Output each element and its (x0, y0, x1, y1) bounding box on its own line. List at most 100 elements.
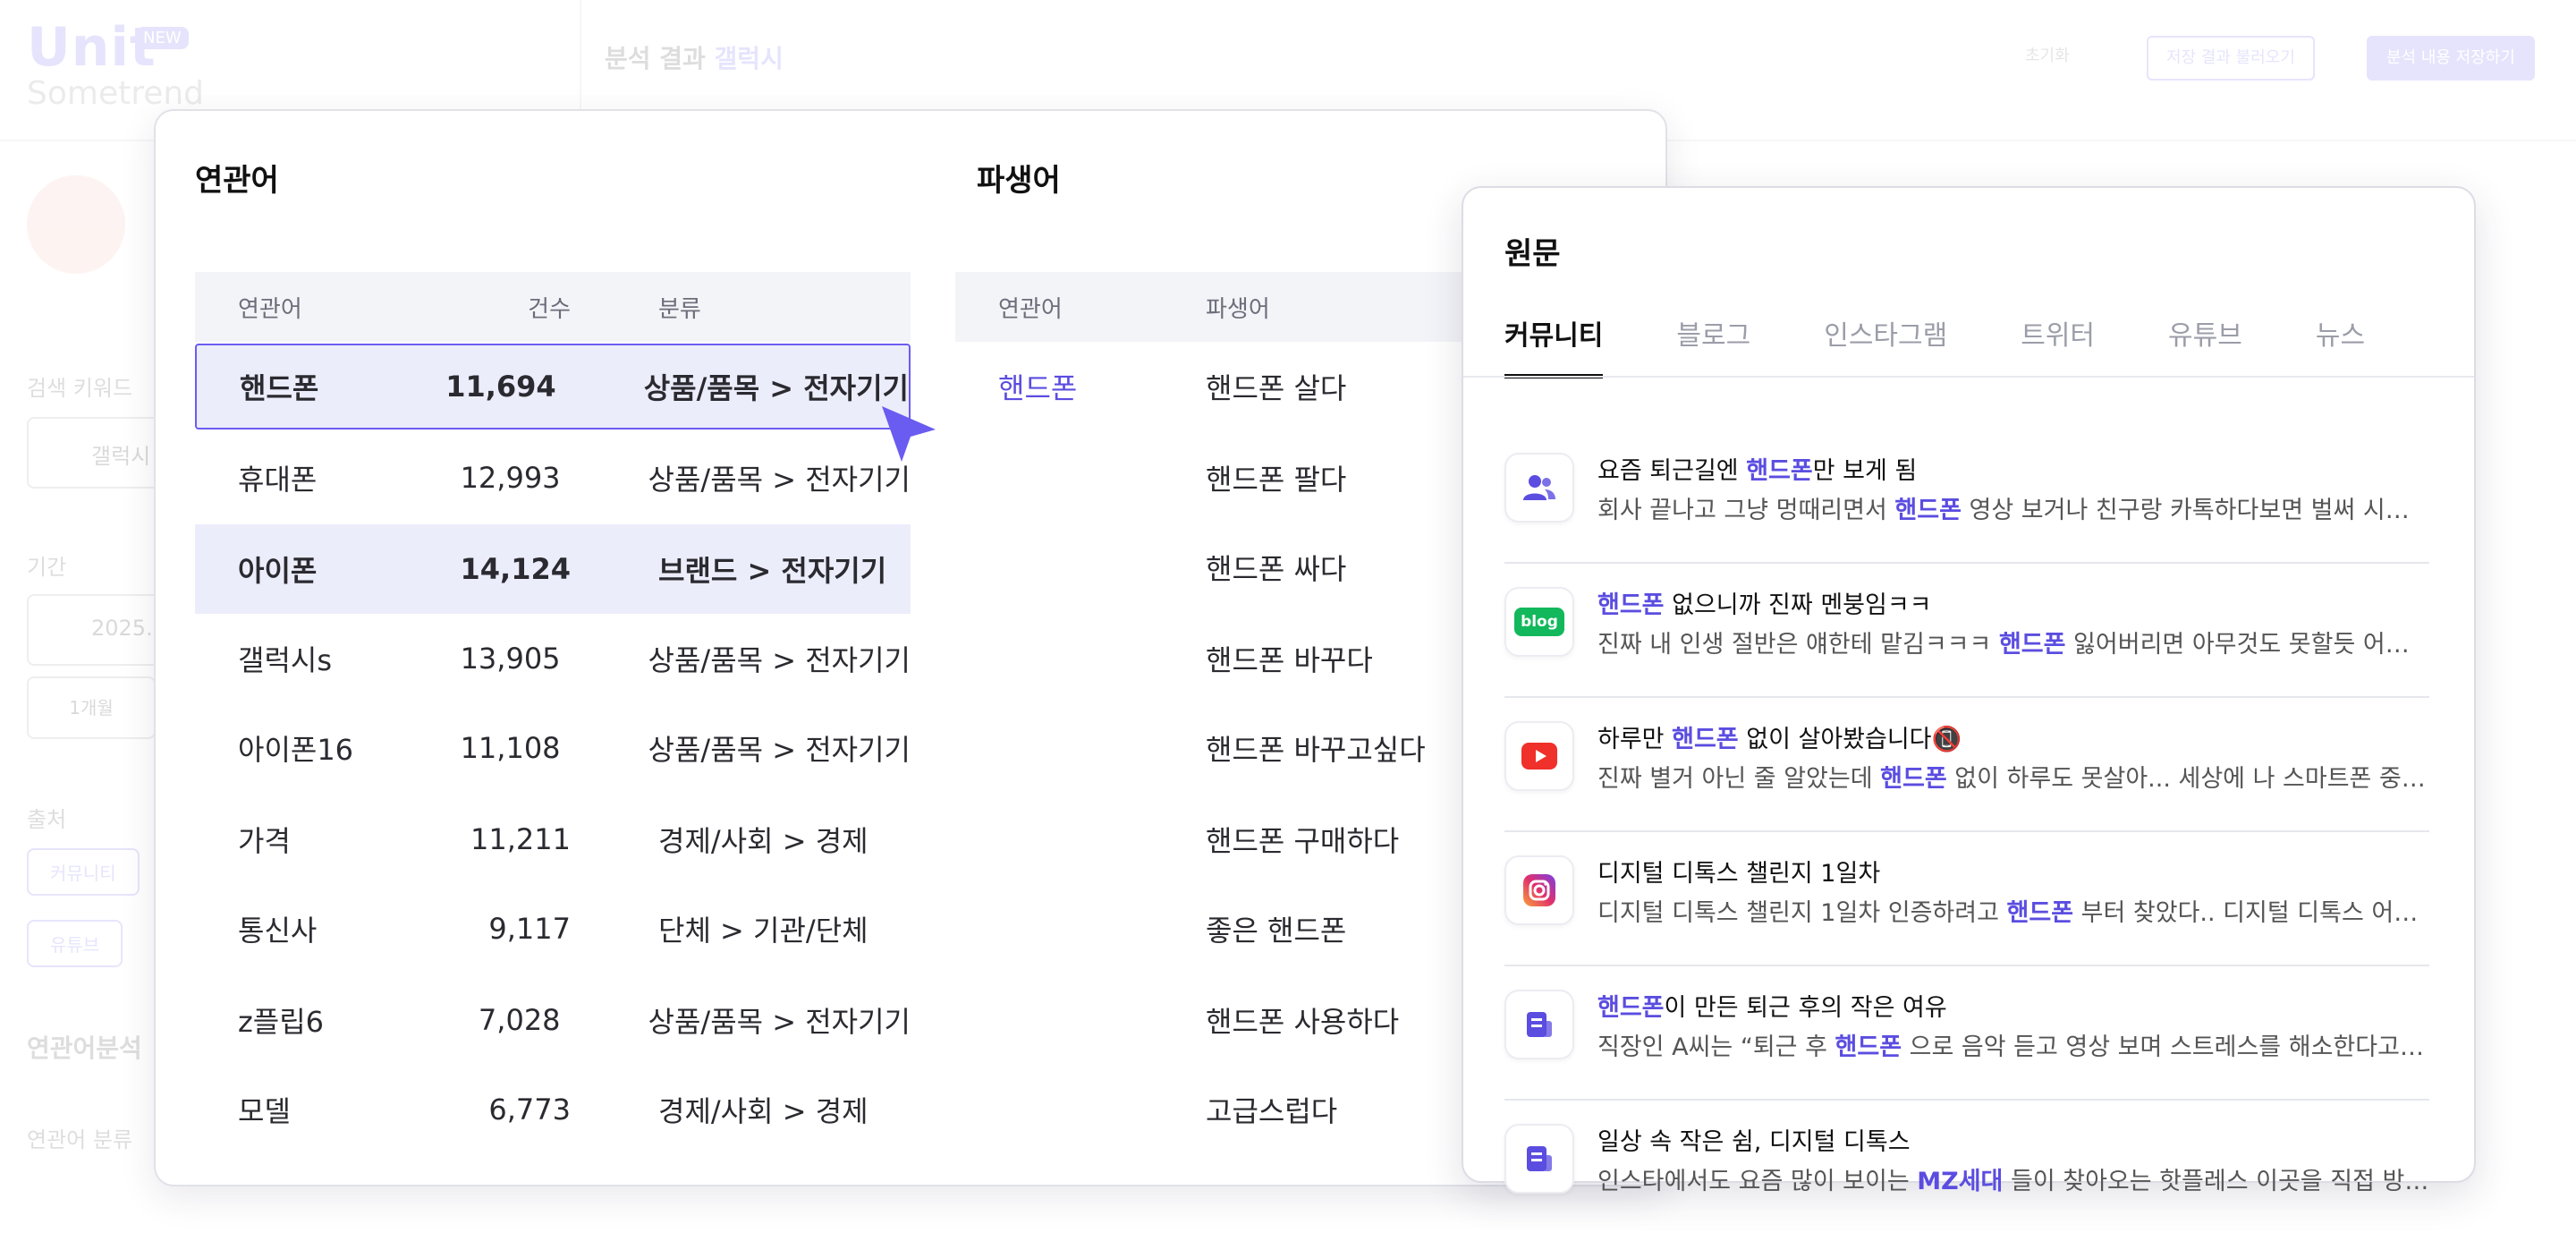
tab-blog[interactable]: 블로그 (1676, 313, 1750, 378)
related-title: 연관어 (195, 163, 279, 199)
derived-word: 핸드폰 팔다 (1206, 463, 1347, 497)
tab-community[interactable]: 커뮤니티 (1504, 313, 1604, 378)
derived-word: 핸드폰 바꾸고싶다 (1206, 733, 1426, 767)
analysis-card: 연관어 연관어 건수 분류 핸드폰 11,694 상품/품목 > 전자기기 휴대… (154, 109, 1667, 1186)
header-prefix: 분석 결과 (605, 44, 706, 73)
header-category: 분류 (658, 295, 701, 323)
source-title: 원문 (1504, 236, 1561, 272)
source-chip-community[interactable]: 커뮤니티 (27, 848, 140, 896)
logo-unit: Unit (27, 16, 157, 79)
source-item-title: 하루만 핸드폰 없이 살아봤습니다📵 (1597, 726, 1962, 753)
related-count: 13,905 (460, 642, 561, 676)
save-analysis-button[interactable]: 분석 내용 저장하기 (2367, 36, 2535, 81)
tab-twitter[interactable]: 트위터 (2021, 313, 2095, 378)
related-category: 상품/품목 > 전자기기 (648, 1005, 911, 1039)
mouse-cursor-icon (882, 406, 936, 462)
related-term: 통신사 (238, 914, 318, 948)
source-item[interactable]: blog 핸드폰 없으니까 진짜 멘붕임ㅋㅋ 진짜 내 인생 절반은 얘한테 맡… (1504, 562, 2429, 698)
related-term: 휴대폰 (238, 463, 318, 497)
source-item-title: 핸드폰이 만든 퇴근 후의 작은 여유 (1597, 994, 1947, 1022)
source-item-title: 요즘 퇴근길엔 핸드폰만 보게 됨 (1597, 457, 1918, 485)
community-icon (1504, 453, 1574, 523)
source-panel: 원문 커뮤니티 블로그 인스타그램 트위터 유튜브 뉴스 요즘 퇴근길엔 핸드폰… (1462, 186, 2476, 1195)
derived-word: 핸드폰 살다 (1206, 371, 1347, 405)
derived-term[interactable]: 핸드폰 (955, 366, 1206, 407)
news-icon (1504, 990, 1574, 1059)
derived-title: 파생어 (977, 163, 1061, 199)
related-row[interactable]: 휴대폰 12,993 상품/품목 > 전자기기 (195, 435, 911, 521)
tab-instagram[interactable]: 인스타그램 (1824, 313, 1947, 378)
related-category: 경제/사회 > 경제 (658, 824, 869, 858)
avatar[interactable] (27, 175, 125, 274)
related-category: 브랜드 > 전자기기 (658, 554, 887, 588)
related-count: 7,028 (478, 1003, 561, 1037)
derived-table-header: 연관어 파생어 (955, 272, 1510, 342)
related-term: 갤럭시s (238, 643, 332, 677)
derived-word: 핸드폰 싸다 (1206, 552, 1347, 586)
header-title: 분석 결과 갤럭시 (605, 39, 784, 75)
header-derived: 파생어 (1206, 295, 1270, 323)
source-item[interactable]: 일상 속 작은 쉼, 디지털 디톡스 인스타에서도 요즘 많이 보이는 MZ세대… (1504, 1099, 2429, 1233)
tab-youtube[interactable]: 유튜브 (2168, 313, 2242, 378)
source-chip-youtube[interactable]: 유튜브 (27, 920, 123, 967)
related-count: 11,108 (460, 731, 561, 765)
header-keyword: 갤럭시 (714, 44, 784, 73)
related-row[interactable]: z플립6 7,028 상품/품목 > 전자기기 (195, 977, 911, 1063)
source-item[interactable]: 디지털 디톡스 챌린지 1일차 디지털 디톡스 챌린지 1일차 인증하려고 핸드… (1504, 830, 2429, 966)
related-count: 14,124 (460, 552, 571, 586)
related-term: 아이폰 (238, 554, 318, 588)
source-item-snippet: 직장인 A씨는 “퇴근 후 핸드폰 으로 음악 듣고 영상 보며 스트레스를 해… (1597, 1033, 2429, 1061)
source-item-snippet: 인스타에서도 요즘 많이 보이는 MZ세대 들이 찾아오는 핫플레스 이곳을 직… (1597, 1168, 2429, 1195)
related-category: 상품/품목 > 전자기기 (643, 371, 909, 405)
period-label: 기간 (27, 555, 67, 580)
section-label: 연관어분석 (27, 1033, 142, 1063)
load-results-button[interactable]: 저장 결과 불러오기 (2147, 36, 2315, 81)
source-item[interactable]: 하루만 핸드폰 없이 살아봤습니다📵 진짜 별거 아닌 줄 알았는데 핸드폰 없… (1504, 696, 2429, 832)
related-row[interactable]: 가격 11,211 경제/사회 > 경제 (195, 796, 911, 882)
related-term: z플립6 (238, 1005, 325, 1039)
youtube-icon (1504, 721, 1574, 791)
reset-button[interactable]: 초기화 (2007, 36, 2088, 77)
source-item-title: 일상 속 작은 쉼, 디지털 디톡스 (1597, 1128, 1911, 1156)
related-row[interactable]: 아이폰 14,124 브랜드 > 전자기기 (195, 524, 911, 614)
related-category: 상품/품목 > 전자기기 (648, 643, 911, 677)
related-count: 9,117 (488, 912, 571, 946)
related-row[interactable]: 갤럭시s 13,905 상품/품목 > 전자기기 (195, 616, 911, 702)
sub-label: 연관어 분류 (27, 1127, 133, 1152)
tab-news[interactable]: 뉴스 (2316, 313, 2365, 378)
source-item[interactable]: 요즘 퇴근길엔 핸드폰만 보게 됨 회사 끝나고 그냥 멍때리면서 핸드폰 영상… (1504, 428, 2429, 564)
related-category: 경제/사회 > 경제 (658, 1094, 869, 1128)
keyword-label: 검색 키워드 (27, 376, 133, 401)
related-count: 11,211 (470, 822, 571, 856)
logo-new-badge: NEW (136, 27, 189, 49)
related-category: 상품/품목 > 전자기기 (648, 463, 911, 497)
related-count: 12,993 (460, 461, 561, 495)
period-chip[interactable]: 1개월 (27, 676, 156, 739)
source-item[interactable]: 핸드폰이 만든 퇴근 후의 작은 여유 직장인 A씨는 “퇴근 후 핸드폰 으로… (1504, 965, 2429, 1101)
derived-word: 고급스럽다 (1206, 1094, 1338, 1128)
related-table-header: 연관어 건수 분류 (195, 272, 911, 342)
blog-icon: blog (1504, 587, 1574, 657)
source-item-snippet: 디지털 디톡스 챌린지 1일차 인증하려고 핸드폰 부터 찾았다.. 디지털 디… (1597, 899, 2429, 927)
related-row[interactable]: 모델 6,773 경제/사회 > 경제 (195, 1067, 911, 1152)
header-count: 건수 (528, 295, 571, 323)
source-item-title: 핸드폰 없으니까 진짜 멘붕임ㅋㅋ (1597, 591, 1932, 619)
logo-brand: Sometrend (27, 75, 205, 112)
tabs-divider (1463, 376, 2474, 378)
header-term: 연관어 (238, 295, 302, 323)
related-term: 핸드폰 (240, 371, 319, 405)
derived-word: 핸드폰 구매하다 (1206, 824, 1400, 858)
related-row[interactable]: 아이폰16 11,108 상품/품목 > 전자기기 (195, 705, 911, 791)
source-item-snippet: 회사 끝나고 그냥 멍때리면서 핸드폰 영상 보거나 친구랑 카톡하다보면 벌써… (1597, 497, 2429, 524)
period-value: 2025. (91, 616, 153, 641)
keyword-value: 갤럭시 (91, 444, 151, 469)
news-icon (1504, 1124, 1574, 1194)
related-row[interactable]: 핸드폰 11,694 상품/품목 > 전자기기 (195, 344, 911, 429)
source-item-snippet: 진짜 별거 아닌 줄 알았는데 핸드폰 없이 하루도 못살아... 세상에 나 … (1597, 765, 2429, 793)
related-row[interactable]: 통신사 9,117 단체 > 기관/단체 (195, 886, 911, 972)
source-item-title: 디지털 디톡스 챌린지 1일차 (1597, 860, 1881, 888)
instagram-icon (1504, 855, 1574, 925)
related-term: 가격 (238, 824, 291, 858)
derived-word: 핸드폰 사용하다 (1206, 1005, 1400, 1039)
related-category: 상품/품목 > 전자기기 (648, 733, 911, 767)
